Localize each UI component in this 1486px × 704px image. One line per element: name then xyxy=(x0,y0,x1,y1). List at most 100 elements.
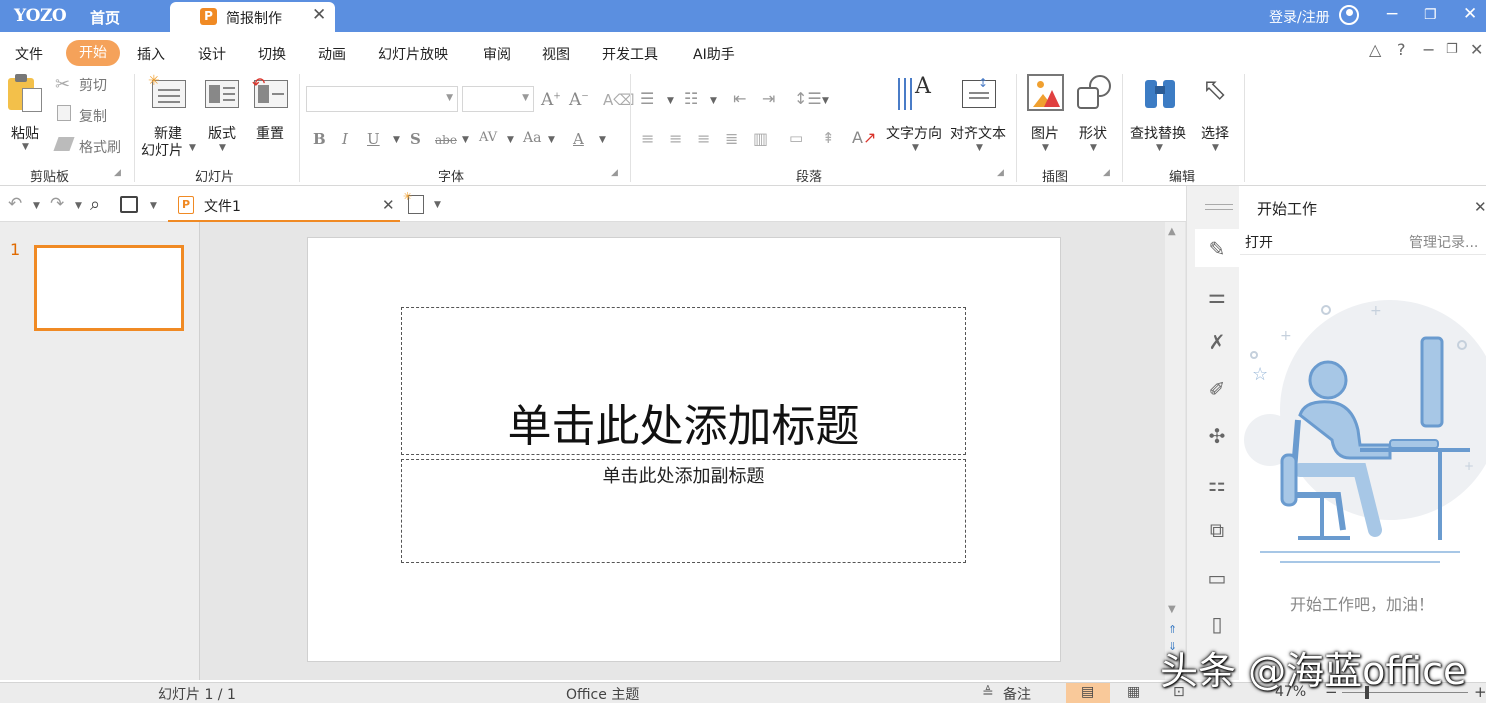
picture-button[interactable]: 图片 xyxy=(1031,123,1059,143)
layout-icon[interactable] xyxy=(205,80,239,108)
columns-icon[interactable]: ▭ xyxy=(789,129,803,147)
align-text-button[interactable]: 对齐文本 xyxy=(950,123,1006,143)
scroll-down-icon[interactable]: ▼ xyxy=(1168,604,1176,615)
undo-dropdown-icon[interactable]: ▼ xyxy=(33,201,40,211)
text-effect-icon[interactable]: A↗ xyxy=(852,128,876,147)
distribute-icon[interactable]: ▥ xyxy=(753,129,768,148)
select-dropdown-icon[interactable]: ▼ xyxy=(1212,143,1219,153)
align-left-icon[interactable]: ≡ xyxy=(641,129,654,148)
shape-icon[interactable] xyxy=(1075,75,1115,115)
slide-thumbnail[interactable] xyxy=(34,245,184,331)
transform-icon[interactable]: ⧉ xyxy=(1203,518,1231,542)
grow-font-icon[interactable]: A+ xyxy=(541,90,561,110)
minimize-icon[interactable]: − xyxy=(1385,4,1399,24)
bullets-dropdown-icon[interactable]: ▼ xyxy=(667,96,674,106)
file-tab[interactable] xyxy=(168,190,400,222)
paste-button[interactable]: 粘贴 xyxy=(11,123,39,143)
change-case-dropdown-icon[interactable]: ▼ xyxy=(548,135,555,145)
layout-button[interactable]: 版式 xyxy=(208,123,236,143)
decrease-indent-icon[interactable]: ⇤ xyxy=(733,89,746,108)
underline-icon[interactable]: U xyxy=(367,130,380,148)
menu-slideshow[interactable]: 幻灯片放映 xyxy=(378,44,448,64)
shadow-icon[interactable]: S xyxy=(410,130,421,148)
increase-indent-icon[interactable]: ⇥ xyxy=(762,89,775,108)
illustrations-launcher-icon[interactable]: ◢ xyxy=(1103,168,1110,178)
layout-dropdown-icon[interactable]: ▼ xyxy=(219,143,226,153)
text-direction-button[interactable]: 文字方向 xyxy=(886,123,942,143)
picture-icon[interactable] xyxy=(1027,74,1064,111)
cut-button[interactable]: 剪切 xyxy=(79,75,107,95)
reset-button[interactable]: 重置 xyxy=(256,123,284,143)
shape-dropdown-icon[interactable]: ▼ xyxy=(1090,143,1097,153)
binoculars-icon[interactable] xyxy=(1143,76,1179,110)
format-painter-button[interactable]: 格式刷 xyxy=(79,137,121,157)
text-direction-icon[interactable]: A xyxy=(896,74,934,114)
align-text-icon[interactable]: ↕ xyxy=(962,76,996,108)
menu-review[interactable]: 审阅 xyxy=(483,44,511,64)
clipboard-icon[interactable]: ▯ xyxy=(1203,612,1231,636)
redo-icon[interactable]: ↷ xyxy=(50,194,64,214)
font-size-combo[interactable]: ▼ xyxy=(462,86,534,112)
help-icon[interactable]: ? xyxy=(1397,40,1406,59)
login-link[interactable]: 登录/注册 xyxy=(1269,7,1330,27)
copy-button[interactable]: 复制 xyxy=(79,106,107,126)
restore-icon[interactable]: ❐ xyxy=(1424,7,1437,23)
comment-icon[interactable]: ▭ xyxy=(1203,566,1231,590)
numbering-dropdown-icon[interactable]: ▼ xyxy=(710,96,717,106)
close-tab-icon[interactable]: ✕ xyxy=(312,5,326,25)
cursor-icon[interactable]: ⬁ xyxy=(1202,72,1227,107)
home-tab[interactable]: 首页 xyxy=(90,7,120,28)
brush-icon[interactable]: ✐ xyxy=(1203,377,1231,401)
collapse-ribbon-icon[interactable]: △ xyxy=(1369,40,1381,59)
font-color-dropdown-icon[interactable]: ▼ xyxy=(599,135,606,145)
shrink-font-icon[interactable]: A− xyxy=(569,90,589,110)
title-placeholder-text[interactable]: 单击此处添加标题 xyxy=(401,390,966,454)
close-file-tab-icon[interactable]: ✕ xyxy=(382,196,395,214)
menu-animation[interactable]: 动画 xyxy=(318,44,346,64)
tools-icon[interactable]: ✗ xyxy=(1203,330,1231,354)
text-indent-icon[interactable]: ⇞ xyxy=(822,129,835,147)
undo-icon[interactable]: ↶ xyxy=(8,194,22,214)
bullets-icon[interactable]: ☰ xyxy=(640,89,654,108)
bold-icon[interactable]: B xyxy=(313,130,326,148)
menu-ai-assistant[interactable]: AI助手 xyxy=(693,44,735,64)
manage-records-link[interactable]: 管理记录... xyxy=(1409,232,1478,252)
quick-access-dropdown-icon[interactable]: ▼ xyxy=(150,201,157,211)
font-color-icon[interactable]: A xyxy=(573,130,584,148)
font-name-combo[interactable]: ▼ xyxy=(306,86,458,112)
change-case-icon[interactable]: Aa xyxy=(523,130,541,146)
subtitle-placeholder-text[interactable]: 单击此处添加副标题 xyxy=(401,462,966,488)
notes-button[interactable]: 备注 xyxy=(1003,684,1031,704)
find-replace-button[interactable]: 查找替换 xyxy=(1130,123,1186,143)
ribbon-close-icon[interactable]: ✕ xyxy=(1470,40,1483,59)
menu-developer[interactable]: 开发工具 xyxy=(602,44,658,64)
scroll-up-icon[interactable]: ▲ xyxy=(1168,226,1176,237)
font-launcher-icon[interactable]: ◢ xyxy=(611,168,618,178)
document-tab[interactable]: P 简报制作 ✕ xyxy=(170,2,335,32)
line-spacing-icon[interactable]: ↕☰ xyxy=(794,89,822,108)
notes-icon[interactable]: ≜ xyxy=(982,685,994,701)
justify-icon[interactable]: ≣ xyxy=(725,129,738,148)
grid-icon[interactable]: ⚏ xyxy=(1203,472,1231,496)
zoom-in-icon[interactable]: + xyxy=(1474,683,1486,701)
paste-icon[interactable] xyxy=(8,74,44,112)
italic-icon[interactable]: I xyxy=(342,130,348,148)
sorter-view-icon[interactable]: ▦ xyxy=(1127,684,1140,700)
menu-view[interactable]: 视图 xyxy=(542,44,570,64)
prev-slide-icon[interactable]: ⇑ xyxy=(1168,623,1177,636)
align-center-icon[interactable]: ≡ xyxy=(669,129,682,148)
menu-insert[interactable]: 插入 xyxy=(137,44,165,64)
underline-dropdown-icon[interactable]: ▼ xyxy=(393,135,400,145)
pencil-icon[interactable]: ✎ xyxy=(1203,237,1231,261)
sliders-icon[interactable]: ⚌ xyxy=(1203,284,1231,308)
pinwheel-icon[interactable]: ✣ xyxy=(1203,424,1231,448)
shape-button[interactable]: 形状 xyxy=(1079,123,1107,143)
align-text-dropdown-icon[interactable]: ▼ xyxy=(976,143,983,153)
char-spacing-icon[interactable]: AV xyxy=(479,130,497,145)
menu-file[interactable]: 文件 xyxy=(15,44,43,64)
clipboard-launcher-icon[interactable]: ◢ xyxy=(114,168,121,178)
paste-dropdown-icon[interactable]: ▼ xyxy=(22,142,29,152)
normal-view-icon[interactable]: ▤ xyxy=(1081,684,1094,700)
picture-dropdown-icon[interactable]: ▼ xyxy=(1042,143,1049,153)
align-right-icon[interactable]: ≡ xyxy=(697,129,710,148)
